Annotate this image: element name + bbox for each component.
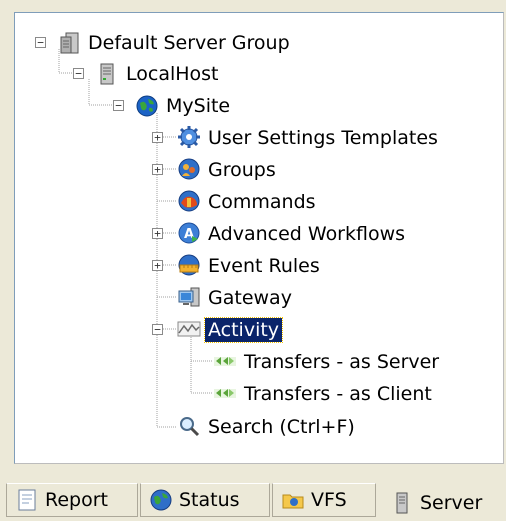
tree-node-transfers-as-client[interactable]: Transfers - as Client <box>241 382 435 406</box>
groups-icon <box>178 158 200 180</box>
folder-icon <box>282 494 304 509</box>
collapse-toggle[interactable]: − <box>73 68 84 79</box>
tree-node-activity[interactable]: Activity <box>203 317 284 343</box>
tree-node-default-server-group[interactable]: Default Server Group <box>85 31 293 55</box>
transfers-icon <box>214 357 236 366</box>
server-tree-panel[interactable]: − Default Server Group − LocalHost − MyS <box>14 12 504 464</box>
collapse-toggle[interactable]: − <box>152 324 163 335</box>
expand-toggle[interactable]: + <box>152 132 163 143</box>
tree-node-user-settings-templates[interactable]: User Settings Templates <box>205 126 441 150</box>
tab-status[interactable]: Status <box>140 483 270 517</box>
tab-report[interactable]: Report <box>6 483 138 517</box>
workflow-icon: A <box>178 222 200 244</box>
tree-node-commands[interactable]: Commands <box>205 190 319 214</box>
report-icon <box>18 489 36 511</box>
admin-window: − Default Server Group − LocalHost − MyS <box>0 0 506 521</box>
tree-node-localhost[interactable]: LocalHost <box>123 62 222 86</box>
server-icon <box>100 63 114 85</box>
tree-node-mysite[interactable]: MySite <box>163 94 233 118</box>
transfers-icon <box>214 389 236 398</box>
tab-label: VFS <box>311 489 347 511</box>
gear-icon <box>178 126 200 148</box>
tree-node-advanced-workflows[interactable]: Advanced Workflows <box>205 222 408 246</box>
server-group-icon <box>60 32 79 54</box>
collapse-toggle[interactable]: − <box>113 100 124 111</box>
status-icon <box>150 489 172 511</box>
tree-node-gateway[interactable]: Gateway <box>205 286 295 310</box>
tree-node-event-rules[interactable]: Event Rules <box>205 254 323 278</box>
tree-node-transfers-as-server[interactable]: Transfers - as Server <box>241 350 442 374</box>
commands-icon <box>178 190 200 212</box>
tab-vfs[interactable]: VFS <box>272 483 376 517</box>
expand-toggle[interactable]: + <box>152 260 163 271</box>
tab-label: Status <box>179 489 240 511</box>
globe-icon <box>136 95 158 117</box>
tab-label: Server <box>420 492 483 514</box>
search-icon <box>180 417 200 437</box>
tree-node-search[interactable]: Search (Ctrl+F) <box>205 415 358 439</box>
tab-label: Report <box>45 489 108 511</box>
tab-server[interactable]: Server <box>382 486 504 520</box>
collapse-toggle[interactable]: − <box>35 37 46 48</box>
expand-toggle[interactable]: + <box>152 164 163 175</box>
tree-node-groups[interactable]: Groups <box>205 158 279 182</box>
gateway-icon <box>178 287 200 307</box>
bottom-tab-strip: Report Status VFS Server <box>0 476 506 521</box>
server-icon <box>396 492 408 514</box>
expand-toggle[interactable]: + <box>152 228 163 239</box>
activity-icon <box>177 321 201 337</box>
event-rules-icon <box>178 254 200 276</box>
